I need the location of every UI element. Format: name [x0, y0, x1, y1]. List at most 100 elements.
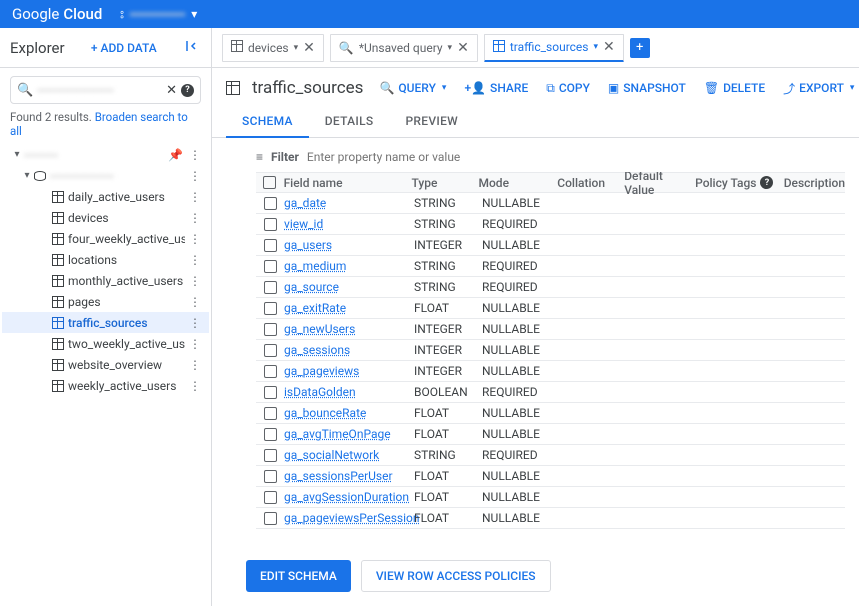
add-tab-button[interactable]: +: [630, 38, 650, 58]
field-name-link[interactable]: view_id: [284, 217, 414, 231]
editor-tab[interactable]: 🔍*Unsaved query▾✕: [330, 34, 478, 62]
more-icon[interactable]: ⋮: [185, 295, 205, 309]
collapse-sidebar-button[interactable]: [183, 37, 201, 59]
delete-button[interactable]: 🗑DELETE: [704, 80, 765, 97]
field-checkbox[interactable]: [264, 491, 277, 504]
field-name-link[interactable]: ga_exitRate: [284, 301, 414, 315]
field-name-link[interactable]: ga_medium: [284, 259, 414, 273]
field-checkbox[interactable]: [264, 365, 277, 378]
copy-button[interactable]: ⧉COPY: [546, 80, 590, 97]
field-checkbox[interactable]: [264, 449, 277, 462]
filter-input[interactable]: [307, 150, 845, 164]
editor-tab[interactable]: traffic_sources▾✕: [484, 34, 624, 62]
more-icon[interactable]: ⋮: [185, 190, 205, 204]
tab-caret-icon[interactable]: ▾: [294, 43, 299, 53]
more-icon[interactable]: ⋮: [185, 337, 205, 351]
field-checkbox[interactable]: [264, 260, 277, 273]
more-icon[interactable]: ⋮: [185, 148, 205, 162]
tree-table-row[interactable]: locations⋮: [2, 249, 209, 270]
field-checkbox[interactable]: [264, 323, 277, 336]
more-icon[interactable]: ⋮: [185, 253, 205, 267]
search-box[interactable]: 🔍 ✕ ?: [10, 76, 201, 104]
field-checkbox[interactable]: [264, 218, 277, 231]
add-data-button[interactable]: + ADD DATA: [91, 41, 157, 55]
export-icon: ⤴: [783, 80, 795, 97]
tree-table-row[interactable]: two_weekly_active_users⋮: [2, 333, 209, 354]
subtab-schema[interactable]: SCHEMA: [226, 106, 309, 138]
field-name-link[interactable]: ga_pageviews: [284, 364, 414, 378]
help-icon[interactable]: ?: [760, 176, 773, 189]
editor-tab[interactable]: devices▾✕: [222, 34, 324, 62]
field-mode: NULLABLE: [482, 364, 562, 378]
field-checkbox[interactable]: [264, 407, 277, 420]
field-name-link[interactable]: ga_bounceRate: [284, 406, 414, 420]
tree-table-row[interactable]: four_weekly_active_users⋮: [2, 228, 209, 249]
tree-dataset-row[interactable]: ▾ ▪▪▪▪▪▪▪▪▪▪▪▪▪▪▪ ⋮: [2, 165, 209, 186]
tree-table-row[interactable]: traffic_sources⋮: [2, 312, 209, 333]
field-name-link[interactable]: ga_pageviewsPerSession: [284, 511, 414, 525]
field-checkbox[interactable]: [264, 239, 277, 252]
field-name-link[interactable]: isDataGolden: [284, 385, 414, 399]
more-icon[interactable]: ⋮: [185, 316, 205, 330]
more-icon[interactable]: ⋮: [185, 211, 205, 225]
help-icon[interactable]: ?: [181, 84, 194, 97]
snapshot-button[interactable]: ▣SNAPSHOT: [608, 80, 686, 97]
tab-caret-icon[interactable]: ▾: [448, 43, 453, 53]
tree-table-row[interactable]: website_overview⋮: [2, 354, 209, 375]
more-icon[interactable]: ⋮: [185, 169, 205, 183]
field-checkbox[interactable]: [264, 386, 277, 399]
tree-table-row[interactable]: daily_active_users⋮: [2, 186, 209, 207]
more-icon[interactable]: ⋮: [185, 379, 205, 393]
field-name-link[interactable]: ga_socialNetwork: [284, 448, 414, 462]
field-checkbox[interactable]: [264, 281, 277, 294]
more-icon[interactable]: ⋮: [185, 358, 205, 372]
search-input[interactable]: [37, 83, 162, 97]
field-name-link[interactable]: ga_users: [284, 238, 414, 252]
filter-bar[interactable]: ≡ Filter: [212, 138, 859, 172]
gcp-logo[interactable]: Google Cloud: [12, 5, 102, 23]
view-row-policies-button[interactable]: VIEW ROW ACCESS POLICIES: [361, 560, 551, 592]
clear-search-icon[interactable]: ✕: [166, 83, 177, 98]
field-name-link[interactable]: ga_date: [284, 196, 414, 210]
more-icon[interactable]: ⋮: [185, 274, 205, 288]
edit-schema-button[interactable]: EDIT SCHEMA: [246, 560, 351, 592]
table-label: two_weekly_active_users: [68, 337, 185, 351]
caret-down-icon[interactable]: ▾: [20, 170, 34, 181]
close-tab-icon[interactable]: ✕: [603, 39, 615, 55]
query-button[interactable]: 🔍QUERY: [379, 80, 446, 97]
tree-project-row[interactable]: ▾ ▪▪▪▪▪▪▪▪ 📌 ⋮: [2, 144, 209, 165]
field-checkbox[interactable]: [264, 470, 277, 483]
field-type: BOOLEAN: [414, 385, 482, 399]
field-name-link[interactable]: ga_avgTimeOnPage: [284, 427, 414, 441]
select-all-checkbox[interactable]: [263, 176, 276, 189]
field-checkbox[interactable]: [264, 197, 277, 210]
tree-table-row[interactable]: pages⋮: [2, 291, 209, 312]
subtab-details[interactable]: DETAILS: [309, 106, 390, 137]
field-checkbox[interactable]: [264, 344, 277, 357]
field-mode: NULLABLE: [482, 511, 562, 525]
field-checkbox[interactable]: [264, 302, 277, 315]
caret-down-icon[interactable]: ▾: [10, 149, 24, 160]
close-tab-icon[interactable]: ✕: [457, 40, 469, 56]
pin-icon[interactable]: 📌: [166, 148, 185, 162]
tree-table-row[interactable]: monthly_active_users⋮: [2, 270, 209, 291]
field-mode: NULLABLE: [482, 469, 562, 483]
more-icon[interactable]: ⋮: [185, 232, 205, 246]
field-name-link[interactable]: ga_source: [284, 280, 414, 294]
tree-table-row[interactable]: devices⋮: [2, 207, 209, 228]
subtab-preview[interactable]: PREVIEW: [389, 106, 474, 137]
share-button[interactable]: +👤SHARE: [464, 80, 528, 97]
export-button[interactable]: ⤴EXPORT: [783, 80, 854, 97]
table-icon: [52, 254, 64, 266]
field-name-link[interactable]: ga_newUsers: [284, 322, 414, 336]
tree-table-row[interactable]: weekly_active_users⋮: [2, 375, 209, 396]
field-checkbox[interactable]: [264, 512, 277, 525]
field-checkbox[interactable]: [264, 428, 277, 441]
search-icon: 🔍: [17, 83, 33, 98]
close-tab-icon[interactable]: ✕: [303, 40, 315, 56]
field-name-link[interactable]: ga_avgSessionDuration: [284, 490, 414, 504]
field-name-link[interactable]: ga_sessions: [284, 343, 414, 357]
tab-caret-icon[interactable]: ▾: [593, 42, 598, 52]
project-picker[interactable]: ⦂ ▪▪▪▪▪▪▪▪▪▪▪▪▪ ▾: [120, 7, 197, 22]
field-name-link[interactable]: ga_sessionsPerUser: [284, 469, 414, 483]
